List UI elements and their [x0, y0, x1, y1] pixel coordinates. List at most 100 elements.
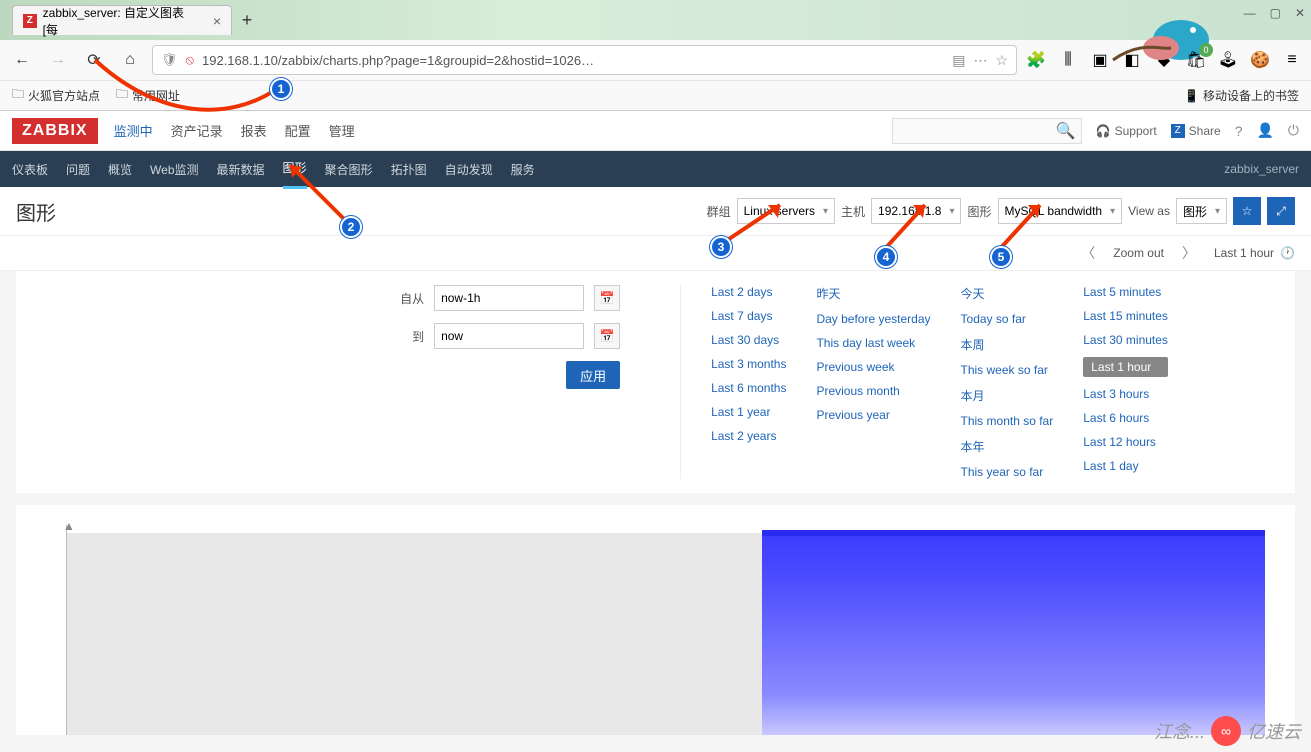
more-icon[interactable]: ⋯	[973, 52, 987, 69]
time-preset[interactable]: This month so far	[961, 414, 1054, 428]
library-icon[interactable]: ⫼	[1057, 49, 1079, 71]
back-button[interactable]: ←	[8, 46, 36, 74]
subnav-services[interactable]: 服务	[511, 151, 535, 188]
extension-icon-5[interactable]: 🍪	[1249, 49, 1271, 71]
time-preset[interactable]: 今天	[961, 285, 1054, 302]
time-preset[interactable]: Last 30 minutes	[1083, 333, 1168, 347]
reader-icon[interactable]: ▤	[952, 52, 965, 69]
time-preset[interactable]: Last 2 years	[711, 429, 786, 443]
chevron-down-icon: ▾	[949, 206, 954, 217]
time-preset[interactable]: 本月	[961, 387, 1054, 404]
time-preset[interactable]: This year so far	[961, 465, 1054, 479]
time-preset[interactable]: Last 3 hours	[1083, 387, 1168, 401]
power-icon[interactable]: ⏻	[1288, 122, 1299, 139]
subnav-web[interactable]: Web监测	[150, 151, 198, 188]
from-input[interactable]	[434, 285, 584, 311]
subnav-discovery[interactable]: 自动发现	[445, 151, 493, 188]
time-preset[interactable]: Last 1 year	[711, 405, 786, 419]
favorite-button[interactable]: ☆	[1233, 197, 1261, 225]
time-preset[interactable]: Last 1 hour	[1083, 357, 1168, 377]
bookmark-folder-1[interactable]: 🗀火狐官方站点	[12, 85, 100, 106]
support-link[interactable]: 🎧Support	[1096, 124, 1157, 138]
subnav-latest[interactable]: 最新数据	[217, 151, 265, 188]
time-preset[interactable]: Last 5 minutes	[1083, 285, 1168, 299]
bookmark-folder-2[interactable]: 🗀常用网址	[116, 85, 180, 106]
time-preset[interactable]: Last 3 months	[711, 357, 786, 371]
subnav-dashboard[interactable]: 仪表板	[12, 151, 48, 188]
time-preset[interactable]: Last 12 hours	[1083, 435, 1168, 449]
time-next-button[interactable]: 〉	[1182, 243, 1196, 263]
menu-config[interactable]: 配置	[285, 121, 311, 140]
time-preset[interactable]: Previous week	[816, 360, 930, 374]
viewas-label: View as	[1128, 204, 1170, 218]
search-icon[interactable]: 🔍	[1056, 121, 1076, 141]
reload-button[interactable]: ⟳	[80, 46, 108, 74]
menu-admin[interactable]: 管理	[329, 121, 355, 140]
extension-icon-2[interactable]: ◆	[1153, 49, 1175, 71]
apply-button[interactable]: 应用	[566, 361, 620, 389]
time-preset[interactable]: 昨天	[816, 285, 930, 302]
to-input[interactable]	[434, 323, 584, 349]
share-link[interactable]: ZShare	[1171, 124, 1221, 138]
search-input[interactable]	[901, 124, 1056, 138]
time-preset[interactable]: Last 6 hours	[1083, 411, 1168, 425]
graph-label: 图形	[967, 203, 991, 220]
from-calendar-button[interactable]: 📅	[594, 285, 620, 311]
browser-tab[interactable]: Z zabbix_server: 自定义图表 [每 ×	[12, 5, 232, 35]
subnav-overview[interactable]: 概览	[108, 151, 132, 188]
chevron-down-icon: ▾	[823, 206, 828, 217]
window-maximize-icon[interactable]: ▢	[1270, 6, 1281, 20]
viewas-select[interactable]: 图形▾	[1176, 198, 1227, 224]
time-preset[interactable]: Last 30 days	[711, 333, 786, 347]
forward-button[interactable]: →	[44, 46, 72, 74]
window-close-icon[interactable]: ✕	[1295, 6, 1305, 20]
time-preset[interactable]: 本周	[961, 336, 1054, 353]
time-preset[interactable]: Previous year	[816, 408, 930, 422]
time-preset[interactable]: Last 2 days	[711, 285, 786, 299]
time-preset[interactable]: This week so far	[961, 363, 1054, 377]
zoom-out-button[interactable]: Zoom out	[1113, 246, 1164, 260]
tab-close-icon[interactable]: ×	[213, 13, 221, 29]
graph-select[interactable]: MySQL bandwidth▾	[998, 198, 1123, 224]
user-icon[interactable]: 👤	[1256, 122, 1273, 139]
time-prev-button[interactable]: 〈	[1081, 243, 1095, 263]
new-tab-button[interactable]: +	[232, 5, 262, 35]
home-button[interactable]: ⌂	[116, 46, 144, 74]
help-icon[interactable]: ?	[1235, 123, 1243, 139]
search-box[interactable]: 🔍	[892, 118, 1082, 144]
subnav-screens[interactable]: 聚合图形	[325, 151, 373, 188]
fullscreen-button[interactable]: ⤢	[1267, 197, 1295, 225]
time-preset[interactable]: This day last week	[816, 336, 930, 350]
zabbix-logo[interactable]: ZABBIX	[12, 118, 98, 144]
extension-icon-3[interactable]: 🛍0	[1185, 49, 1207, 71]
time-preset[interactable]: Previous month	[816, 384, 930, 398]
extension-puzzle-icon[interactable]: 🧩	[1025, 49, 1047, 71]
menu-icon[interactable]: ≡	[1281, 49, 1303, 71]
pocket-icon[interactable]: ▣	[1089, 49, 1111, 71]
subnav-maps[interactable]: 拓扑图	[391, 151, 427, 188]
bookmark-star-icon[interactable]: ☆	[995, 52, 1008, 69]
y-axis-arrow: ▲	[63, 519, 75, 533]
subnav-graphs[interactable]: 图形	[283, 149, 307, 189]
extension-icon[interactable]: ◧	[1121, 49, 1143, 71]
mobile-bookmarks[interactable]: 📱移动设备上的书签	[1184, 87, 1299, 104]
extension-icon-4[interactable]: 🕹	[1217, 49, 1239, 71]
time-preset[interactable]: Last 7 days	[711, 309, 786, 323]
menu-monitoring[interactable]: 监测中	[114, 121, 153, 140]
subnav-problems[interactable]: 问题	[66, 151, 90, 188]
menu-inventory[interactable]: 资产记录	[171, 121, 223, 140]
time-range-display[interactable]: Last 1 hour🕐	[1214, 246, 1295, 260]
host-select[interactable]: 192.168.1.8▾	[871, 198, 961, 224]
group-select[interactable]: Linux servers▾	[737, 198, 835, 224]
menu-reports[interactable]: 报表	[241, 121, 267, 140]
time-preset[interactable]: 本年	[961, 438, 1054, 455]
address-bar[interactable]: 🛡 ⦸ 192.168.1.10/zabbix/charts.php?page=…	[152, 45, 1017, 75]
time-preset[interactable]: Last 1 day	[1083, 459, 1168, 473]
time-preset[interactable]: Today so far	[961, 312, 1054, 326]
time-preset[interactable]: Last 6 months	[711, 381, 786, 395]
to-calendar-button[interactable]: 📅	[594, 323, 620, 349]
window-minimize-icon[interactable]: —	[1244, 6, 1256, 20]
time-preset[interactable]: Last 15 minutes	[1083, 309, 1168, 323]
to-label: 到	[384, 328, 424, 345]
time-preset[interactable]: Day before yesterday	[816, 312, 930, 326]
